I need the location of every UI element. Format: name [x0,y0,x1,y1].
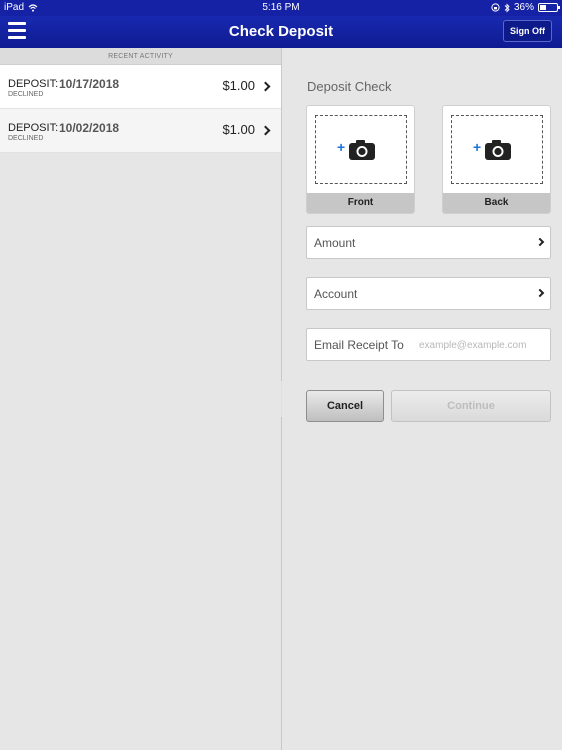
deposit-check-title: Deposit Check [307,79,392,94]
amount-field[interactable]: Amount [306,226,551,259]
front-photo-button[interactable]: + Front [306,105,415,214]
front-label: Front [307,193,414,213]
recent-activity-panel: RECENT ACTIVITY DEPOSIT: 10/17/2018 DECL… [0,48,281,750]
status-bar: iPad 5:16 PM 36% [0,0,562,16]
hamburger-menu-icon[interactable] [8,22,26,40]
plus-icon: + [337,139,346,155]
status-time: 5:16 PM [262,2,300,13]
status-right: 36% [491,2,560,13]
email-receipt-input[interactable] [419,335,547,355]
email-receipt-label: Email Receipt To [314,338,404,352]
activity-type: DEPOSIT: [8,78,59,90]
camera-icon [485,140,511,160]
chevron-right-icon [260,81,271,92]
page-title: Check Deposit [228,23,334,40]
account-label: Account [314,287,358,301]
activity-type: DEPOSIT: [8,122,59,134]
activity-status: DECLINED [8,91,44,98]
activity-date: 10/02/2018 [59,121,120,135]
battery-percent: 36% [513,2,534,13]
plus-icon: + [473,139,482,155]
rotation-lock-icon [491,3,500,12]
email-receipt-field[interactable]: Email Receipt To [306,328,551,361]
account-field[interactable]: Account [306,277,551,310]
bluetooth-icon [504,2,510,13]
back-photo-button[interactable]: + Back [442,105,551,214]
recent-activity-header: RECENT ACTIVITY [0,48,281,65]
activity-amount: $1.00 [222,122,255,137]
activity-item[interactable]: DEPOSIT: 10/17/2018 DECLINED $1.00 [0,65,281,109]
activity-status: DECLINED [8,135,44,142]
chevron-right-icon [535,288,545,298]
activity-item[interactable]: DEPOSIT: 10/02/2018 DECLINED $1.00 [0,109,281,153]
deposit-panel: Deposit Check + Front + Back Amount Acco… [282,48,562,750]
continue-button[interactable]: Continue [391,390,551,422]
camera-icon [349,140,375,160]
battery-icon [538,3,560,12]
chevron-right-icon [535,237,545,247]
sign-off-button[interactable]: Sign Off [503,20,552,42]
amount-label: Amount [314,236,356,250]
nav-bar: Check Deposit Sign Off [0,16,562,48]
activity-amount: $1.00 [222,78,255,93]
chevron-right-icon [260,125,271,136]
back-label: Back [443,193,550,213]
activity-date: 10/17/2018 [59,77,120,91]
cancel-button[interactable]: Cancel [306,390,384,422]
